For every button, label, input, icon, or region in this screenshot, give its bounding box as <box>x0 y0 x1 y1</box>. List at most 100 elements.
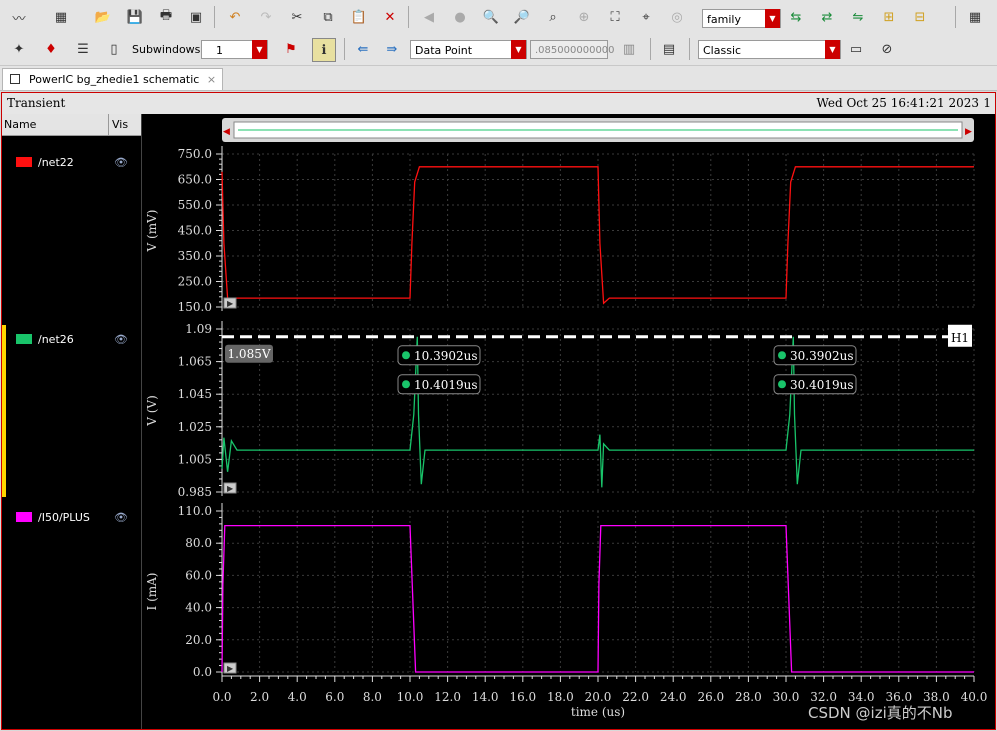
move-right-icon[interactable]: ⇛ <box>381 38 403 60</box>
y-tick-label: 1.065 <box>178 355 212 369</box>
play-icon: ▶ <box>227 664 234 673</box>
stack-icon[interactable]: ⇄ <box>816 6 838 28</box>
grid-icon[interactable]: ▦ <box>964 6 986 28</box>
legend-item-net26[interactable]: /net26 <box>16 333 74 347</box>
open-folder-icon[interactable]: 📂 <box>92 6 114 28</box>
eye-icon[interactable]: 👁 <box>114 156 128 169</box>
forward-icon[interactable]: ● <box>449 6 471 28</box>
overlay-icon[interactable]: ⇋ <box>847 6 869 28</box>
graph-add-icon[interactable]: ⊞ <box>878 6 900 28</box>
marker-dot-icon <box>778 351 786 360</box>
zoom-x-icon[interactable]: ⊕ <box>573 6 595 28</box>
signal-legend: Name Vis /net22 👁 /net26 👁 /I50/PLUS 👁 <box>2 114 142 729</box>
subwindow-icon[interactable]: ▦ <box>50 6 72 28</box>
x-tick-label: 30.0 <box>773 690 800 704</box>
data-point-select[interactable]: Data Point ▼ <box>410 40 527 59</box>
separator <box>689 38 690 60</box>
y-axis-label: V (mV) <box>145 210 159 253</box>
waveform-window: Transient Wed Oct 25 16:41:21 2023 1 Nam… <box>1 92 996 730</box>
window-header: Transient Wed Oct 25 16:41:21 2023 1 <box>2 93 995 114</box>
cards-icon[interactable]: ♦ <box>40 38 62 60</box>
flag-icon[interactable]: ⚑ <box>280 38 302 60</box>
strip-icon[interactable]: ⇆ <box>785 6 807 28</box>
eye-icon[interactable]: 👁 <box>114 511 128 524</box>
export-image-icon[interactable]: ▣ <box>185 6 207 28</box>
secondary-toolbar: ✦ ♦ ☰ ▯ Subwindows: 1 ▼ ⚑ ℹ ⇚ ⇛ Data Poi… <box>0 34 997 66</box>
window-number: 1 <box>983 96 991 110</box>
y-tick-label: 60.0 <box>185 568 212 582</box>
histogram-icon[interactable]: ▥ <box>618 38 640 60</box>
paste-icon[interactable]: 📋 <box>348 6 370 28</box>
zoom-wave-icon[interactable]: ⌖ <box>635 6 657 28</box>
zoom-reset-icon[interactable]: ◎ <box>666 6 688 28</box>
fit-icon[interactable]: ⛶ <box>604 6 626 28</box>
waveform-icon[interactable]: 〰 <box>8 6 30 28</box>
magic-wand-icon[interactable]: ✦ <box>8 38 30 60</box>
zoom-in-icon[interactable]: 🔍 <box>480 6 502 28</box>
chevron-down-icon: ▼ <box>252 40 267 59</box>
y-tick-label: 350.0 <box>178 249 212 263</box>
x-tick-label: 6.0 <box>325 690 344 704</box>
legend-name-header: Name <box>4 118 37 131</box>
x-tick-label: 12.0 <box>434 690 461 704</box>
vertical-split-icon[interactable]: ▯ <box>103 38 125 60</box>
style-value: Classic <box>703 44 742 57</box>
main-toolbar: 〰 ▦ 📂 💾 🖶 ▣ ↶ ↷ ✂ ⧉ 📋 ✕ ◀ ● 🔍 🔎 ⌕ ⊕ ⛶ ⌖ … <box>0 0 997 35</box>
y-tick-label: 80.0 <box>185 536 212 550</box>
x-tick-label: 26.0 <box>697 690 724 704</box>
legend-item-net22[interactable]: /net22 <box>16 156 74 170</box>
back-icon[interactable]: ◀ <box>418 6 440 28</box>
chevron-down-icon: ▼ <box>765 9 780 28</box>
hmarker-value: 1.085V <box>227 347 270 361</box>
zoom-out-icon[interactable]: 🔎 <box>511 6 533 28</box>
y-axis-label: V (V) <box>145 395 159 427</box>
tab-schematic[interactable]: PowerIC bg_zhedie1 schematic × <box>2 68 224 90</box>
color-swatch <box>16 157 32 167</box>
scroll-left-icon: ◀ <box>223 127 230 137</box>
close-icon[interactable]: × <box>207 73 216 86</box>
marker-dot-icon <box>402 351 410 360</box>
y-tick-label: 1.005 <box>178 452 212 466</box>
y-tick-label: 40.0 <box>185 601 212 615</box>
x-axis-label: time (us) <box>571 705 625 719</box>
tab-bar: PowerIC bg_zhedie1 schematic × <box>0 66 997 91</box>
zoom-y-icon[interactable]: ⌕ <box>542 6 564 28</box>
x-tick-label: 14.0 <box>472 690 499 704</box>
legend-item-i50-plus[interactable]: /I50/PLUS <box>16 511 90 525</box>
graph-remove-icon[interactable]: ⊟ <box>909 6 931 28</box>
waveform-plot[interactable]: ◀ ▶ 750.0 650.0 550.0 450.0 350.0 250.0 150.0 V (… <box>142 114 996 729</box>
color-swatch <box>16 334 32 344</box>
style-remove-icon[interactable]: ⊘ <box>876 38 898 60</box>
y-tick-label: 450.0 <box>178 224 212 238</box>
calculator-icon[interactable]: ▤ <box>658 38 680 60</box>
y-tick-label: 0.0 <box>193 665 212 679</box>
save-icon[interactable]: 💾 <box>124 6 146 28</box>
style-select[interactable]: Classic ▼ <box>698 40 841 59</box>
x-tick-label: 28.0 <box>735 690 762 704</box>
subwindows-value: 1 <box>216 44 223 57</box>
subwindows-label: Subwindows: <box>132 43 205 56</box>
header-divider <box>108 114 109 135</box>
delete-icon[interactable]: ✕ <box>379 6 401 28</box>
y-tick-label: 20.0 <box>185 633 212 647</box>
window-title: Transient <box>7 96 66 110</box>
data-point-number-field[interactable]: .085000000000 <box>530 40 615 59</box>
subwindows-select[interactable]: 1 ▼ <box>201 40 268 59</box>
y-tick-label: 110.0 <box>178 504 212 518</box>
x-tick-label: 20.0 <box>585 690 612 704</box>
print-icon[interactable]: 🖶 <box>155 6 177 28</box>
info-icon[interactable]: ℹ <box>312 38 336 62</box>
undo-icon[interactable]: ↶ <box>224 6 246 28</box>
y-tick-label: 1.09 <box>185 322 212 336</box>
style-apply-icon[interactable]: ▭ <box>845 38 867 60</box>
x-tick-label: 2.0 <box>250 690 269 704</box>
x-tick-label: 0.0 <box>212 690 231 704</box>
family-select[interactable]: family ▼ <box>702 9 781 28</box>
move-left-icon[interactable]: ⇚ <box>352 38 374 60</box>
x-tick-label: 8.0 <box>363 690 382 704</box>
horizontal-split-icon[interactable]: ☰ <box>72 38 94 60</box>
redo-icon[interactable]: ↷ <box>255 6 277 28</box>
eye-icon[interactable]: 👁 <box>114 333 128 346</box>
copy-icon[interactable]: ⧉ <box>317 6 339 28</box>
cut-icon[interactable]: ✂ <box>286 6 308 28</box>
